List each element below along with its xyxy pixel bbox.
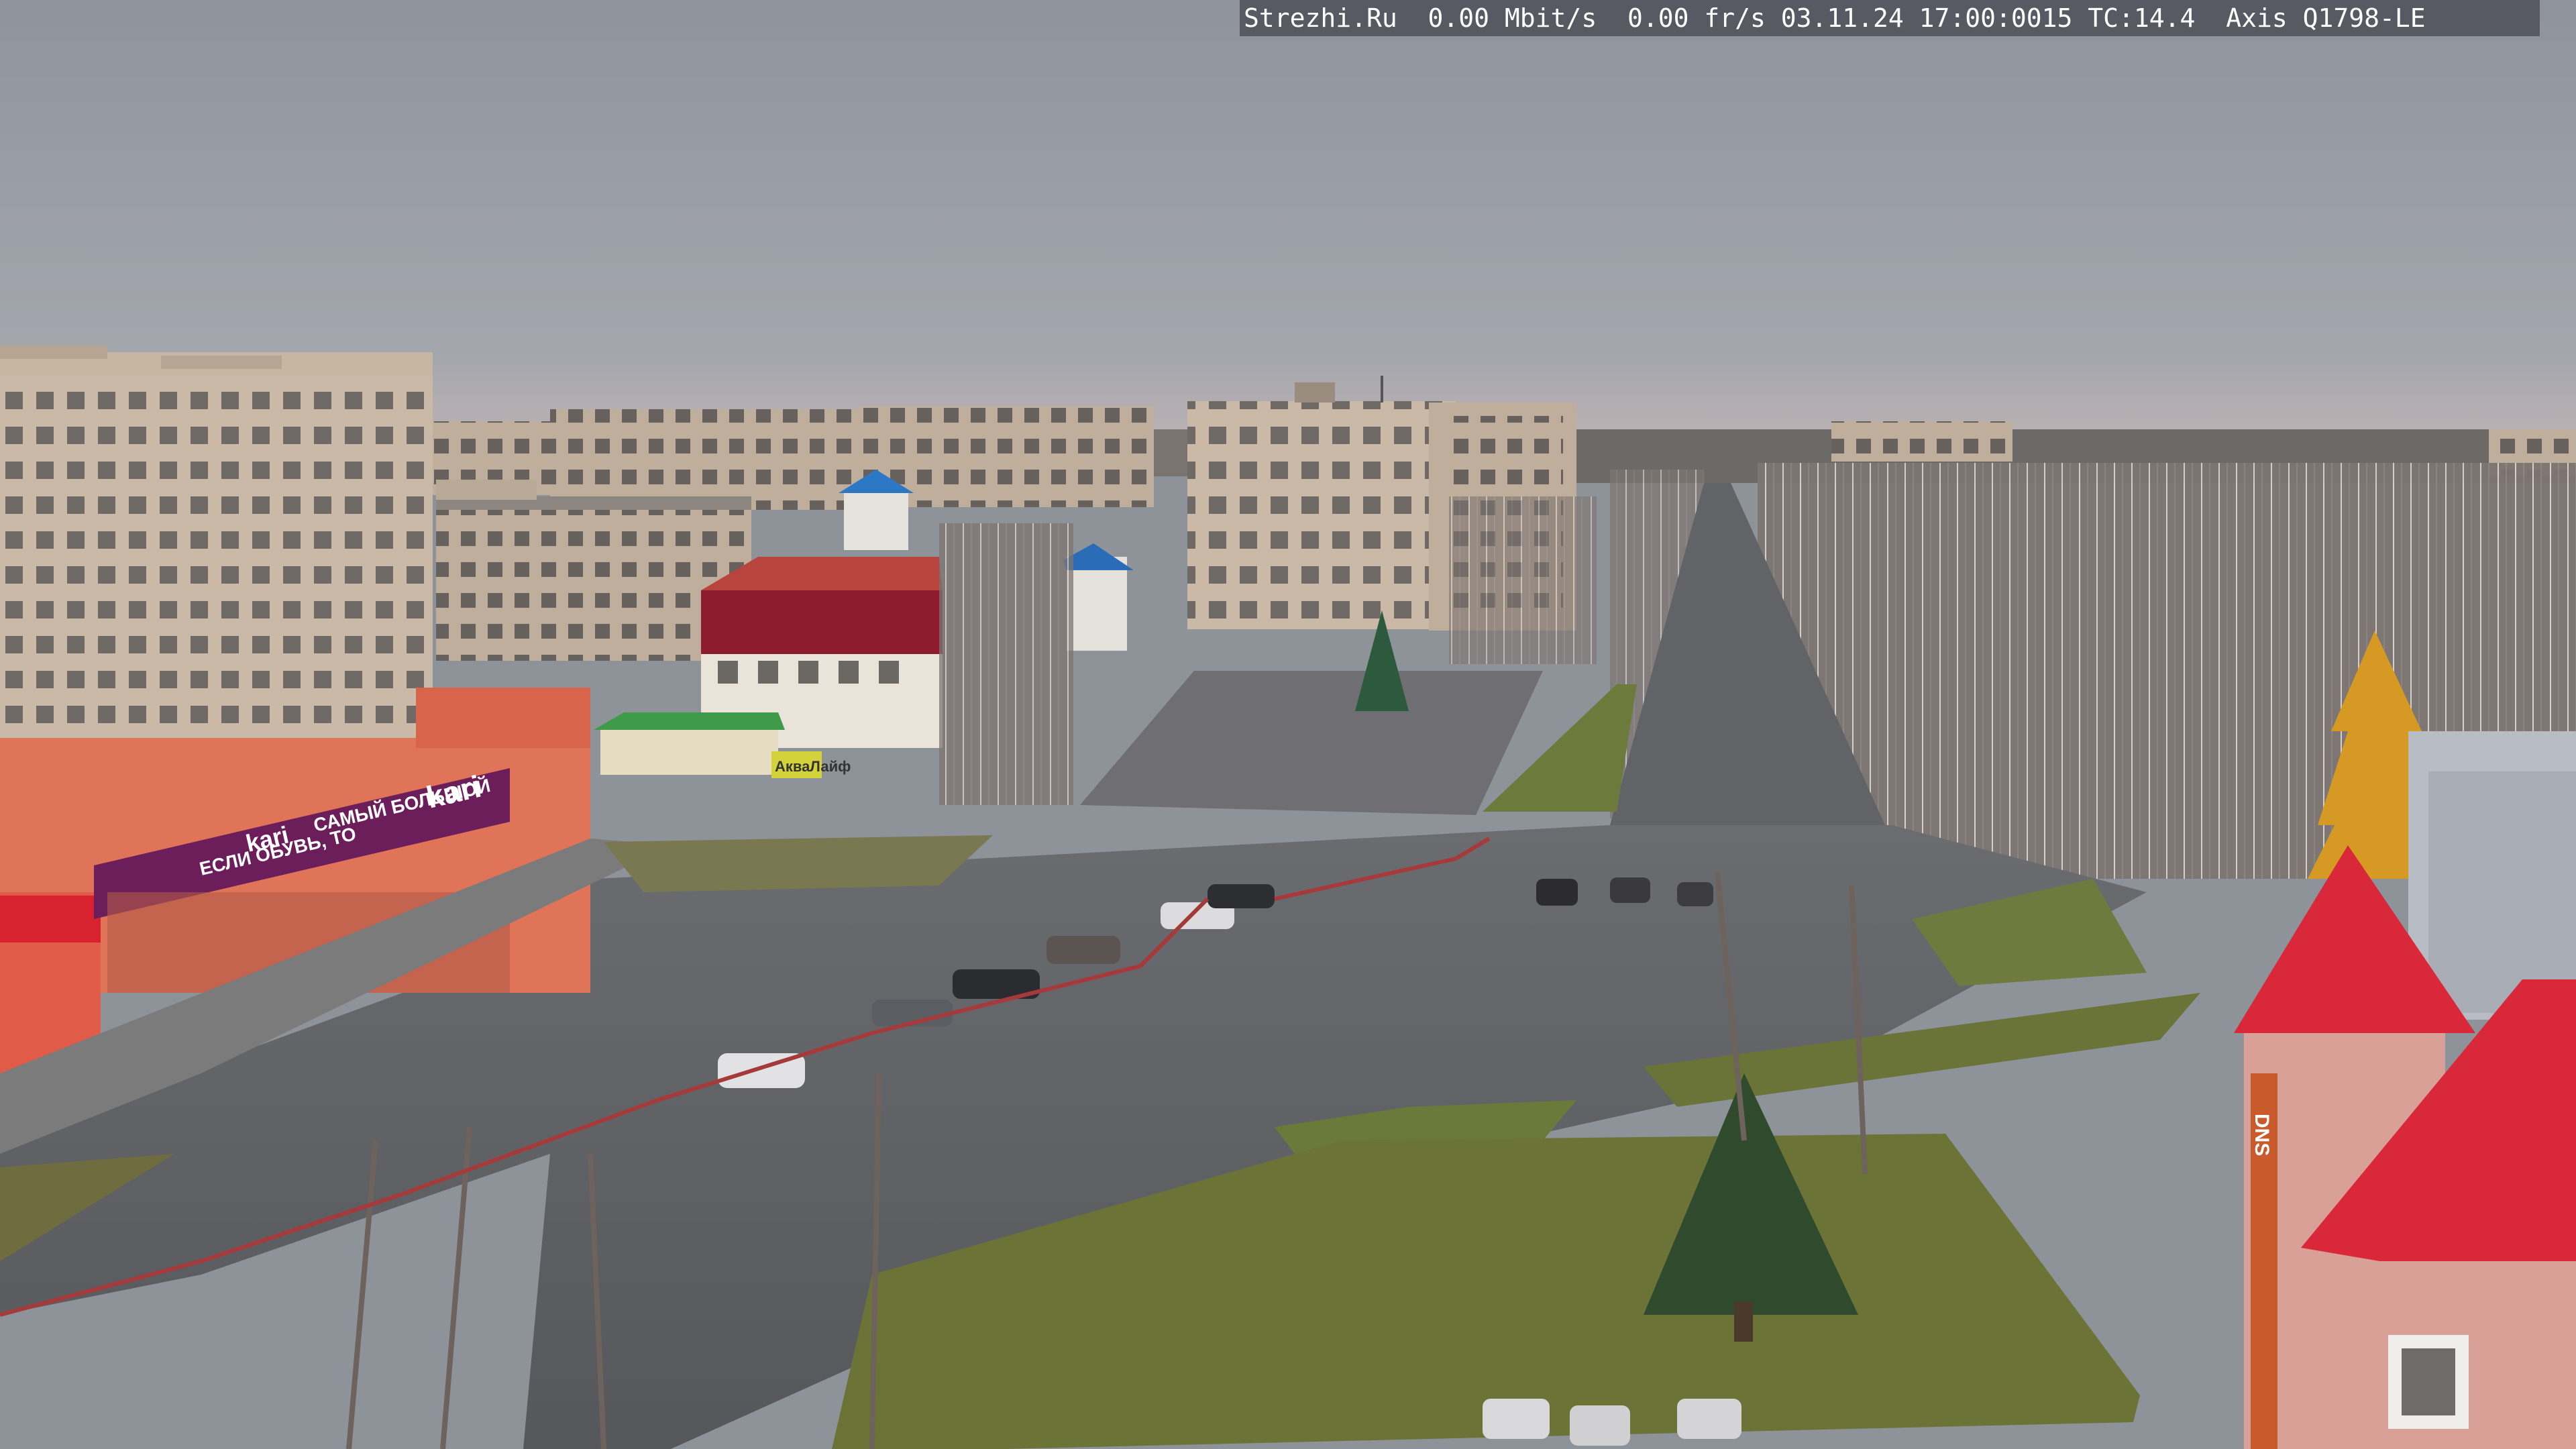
car [1536,879,1578,906]
dns-sign: DNS [2251,1114,2273,1156]
town-square-plaza [1080,671,1543,815]
car [1610,877,1650,903]
car [1677,1399,1741,1439]
webcam-scene: АкваЛайф ЕСЛИ ОБУВЬ, ТО САМЫЙ БОЛЬШОЙ ka… [0,0,2576,1449]
car [1570,1405,1630,1446]
car [1483,1399,1550,1439]
car [1208,884,1275,908]
car [1046,936,1120,964]
green-store-sign: АкваЛайф [775,758,851,775]
left-apartment-block [0,345,433,782]
camera-info-overlay: Strezhi.Ru 0.00 Mbit/s 0.00 fr/s 03.11.2… [1240,0,2540,36]
car [1677,882,1713,906]
